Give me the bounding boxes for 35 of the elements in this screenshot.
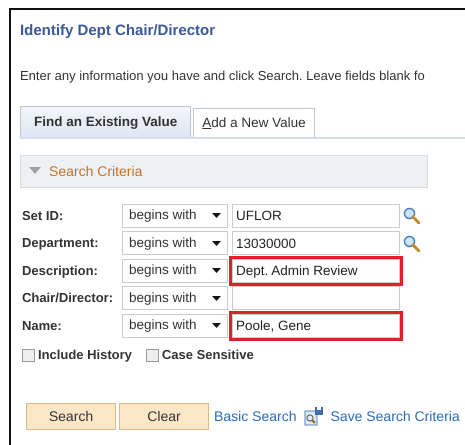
input-field[interactable]: UFLOR <box>232 204 400 228</box>
checkbox[interactable] <box>146 348 159 362</box>
checkbox-label: Include History <box>38 346 132 364</box>
caret-icon <box>212 240 221 246</box>
link[interactable]: Basic Search <box>214 406 296 427</box>
caret-icon <box>212 323 221 328</box>
search-icon[interactable] <box>403 234 420 252</box>
operator-dropdown[interactable]: begins with <box>122 314 228 338</box>
operator-dropdown[interactable]: begins with <box>122 286 228 310</box>
tab[interactable]: Find an Existing Value <box>20 106 192 137</box>
tab[interactable]: Add a New Value <box>193 108 315 137</box>
field-label: Name: <box>22 316 63 335</box>
instructions-text: Enter any information you have and click Search. Leave fields blank fo <box>20 67 426 85</box>
input-field[interactable] <box>232 286 400 310</box>
button[interactable]: Search <box>26 402 116 430</box>
field-label: Description: <box>22 262 99 280</box>
checkbox-label: Case Sensitive <box>162 346 254 364</box>
operator-dropdown[interactable]: begins with <box>122 231 228 255</box>
field-label: Set ID: <box>22 206 64 225</box>
checkbox[interactable] <box>22 348 35 362</box>
link[interactable]: Save Search Criteria <box>330 406 460 427</box>
save-search-icon[interactable] <box>304 406 324 426</box>
caret-icon <box>212 213 221 218</box>
field-label: Department: <box>22 234 100 252</box>
operator-dropdown[interactable]: begins with <box>122 258 228 282</box>
button[interactable]: Clear <box>119 402 209 430</box>
page-title: Identify Dept Chair/Director <box>20 22 216 40</box>
input-field[interactable]: Dept. Admin Review <box>232 258 400 282</box>
caret-icon <box>212 296 221 300</box>
field-label: Chair/Director: <box>22 289 114 308</box>
operator-dropdown[interactable]: begins with <box>122 204 228 228</box>
input-field[interactable]: Poole, Gene <box>232 314 400 338</box>
search-icon[interactable] <box>403 207 420 224</box>
input-field[interactable]: 13030000 <box>232 231 400 255</box>
caret-icon <box>212 268 221 273</box>
